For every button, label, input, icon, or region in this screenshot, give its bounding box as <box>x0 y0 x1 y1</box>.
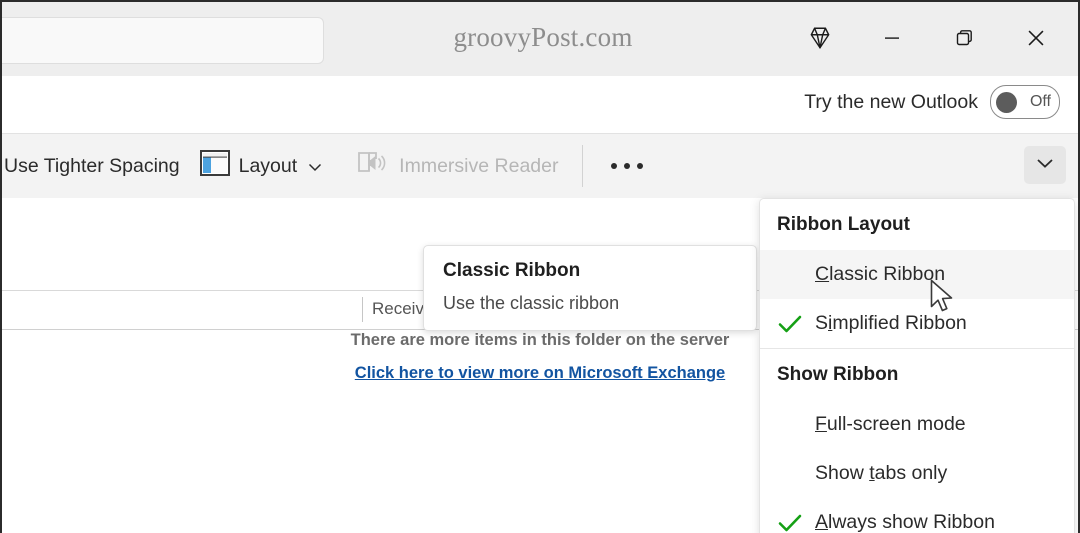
menu-section-show-ribbon: Show Ribbon <box>777 363 899 385</box>
ribbon-separator <box>582 145 584 187</box>
minimize-button[interactable] <box>856 14 928 62</box>
overflow-dot <box>637 163 644 169</box>
tooltip-title: Classic Ribbon <box>443 260 581 281</box>
immersive-reader-label: Immersive Reader <box>399 154 559 177</box>
overflow-dot <box>611 163 618 169</box>
ribbon-overflow-button[interactable] <box>597 163 657 169</box>
close-button[interactable] <box>1000 14 1072 62</box>
checkmark-icon <box>777 513 815 533</box>
label-after: ull-screen mode <box>826 413 966 435</box>
tooltip-description: Use the classic ribbon <box>443 293 620 313</box>
menu-item-show-tabs-only[interactable]: Show tabs only <box>760 449 1074 498</box>
immersive-reader-icon <box>356 149 390 183</box>
label-after: mplified Ribbon <box>832 312 967 334</box>
diamond-icon[interactable] <box>784 14 856 62</box>
menu-item-label: Full-screen mode <box>815 413 966 436</box>
search-input[interactable] <box>2 17 324 64</box>
column-separator[interactable] <box>362 297 363 322</box>
access-key: C <box>815 263 830 285</box>
label-before: S <box>815 312 829 334</box>
overflow-dot <box>624 163 631 169</box>
menu-item-simplified-ribbon[interactable]: Simplified Ribbon <box>760 299 1074 348</box>
layout-button[interactable]: Layout <box>190 146 333 186</box>
access-key: A <box>815 511 829 533</box>
checkmark-icon <box>777 314 815 334</box>
chevron-down-icon <box>308 155 322 178</box>
menu-item-label: Simplified Ribbon <box>815 312 967 335</box>
use-tighter-spacing-button[interactable]: Use Tighter Spacing <box>2 146 190 186</box>
restore-button[interactable] <box>928 14 1000 62</box>
label-after: lways show Ribbon <box>828 511 995 533</box>
ribbon-toolbar: Use Tighter Spacing Layout Immersive Rea… <box>2 133 1078 199</box>
try-new-outlook-label: Try the new Outlook <box>804 90 978 113</box>
toggle-knob <box>996 91 1017 113</box>
outlook-window: groovyPost.com Try the new Outlook Off U… <box>0 0 1080 533</box>
try-new-outlook-row: Try the new Outlook Off <box>804 85 1060 119</box>
layout-label: Layout <box>238 154 298 177</box>
label-before: Show <box>815 462 870 484</box>
menu-item-label: Show tabs only <box>815 462 947 485</box>
toggle-state-label: Off <box>1029 93 1051 110</box>
watermark-groovypost: groovyPost.com <box>453 22 633 52</box>
window-controls <box>784 14 1072 62</box>
menu-item-always-show-ribbon[interactable]: Always show Ribbon <box>760 498 1074 533</box>
title-bar: groovyPost.com <box>2 2 1078 76</box>
chevron-down-icon <box>1036 156 1054 174</box>
menu-item-label: Classic Ribbon <box>815 263 945 286</box>
menu-section-ribbon-layout: Ribbon Layout <box>777 213 910 235</box>
menu-item-full-screen-mode[interactable]: Full-screen mode <box>760 400 1074 449</box>
classic-ribbon-tooltip: Classic Ribbon Use the classic ribbon <box>423 245 757 331</box>
menu-item-classic-ribbon[interactable]: Classic Ribbon <box>760 250 1074 299</box>
access-key: F <box>815 413 827 435</box>
ribbon-display-options-button[interactable] <box>1024 146 1066 184</box>
try-new-outlook-toggle[interactable]: Off <box>990 85 1060 119</box>
layout-icon <box>199 150 230 182</box>
label-after: lassic Ribbon <box>829 263 946 285</box>
label-after: abs only <box>874 462 948 484</box>
immersive-reader-button: Immersive Reader <box>346 146 568 186</box>
ribbon-display-options-menu: Ribbon Layout Classic Ribbon Simplified … <box>759 198 1075 533</box>
menu-item-label: Always show Ribbon <box>815 511 995 533</box>
use-tighter-spacing-label: Use Tighter Spacing <box>4 154 180 177</box>
